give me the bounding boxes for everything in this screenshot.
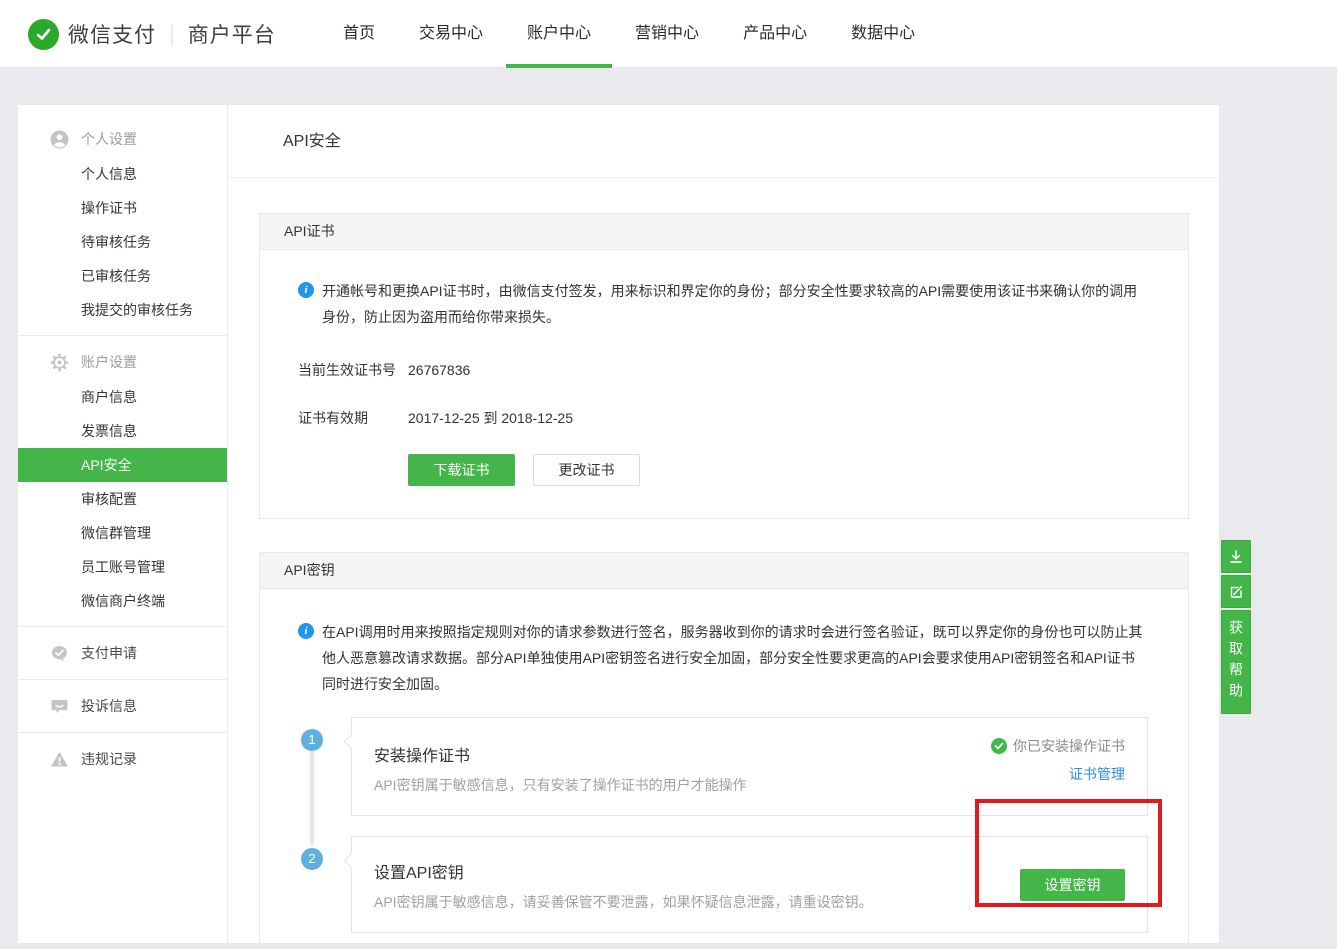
top-header: 微信支付 | 商户平台 首页 交易中心 账户中心 营销中心 产品中心 数据中心	[0, 0, 1337, 68]
sidebar-section-label: 账户设置	[81, 352, 137, 372]
sidebar-item-personal-info[interactable]: 个人信息	[18, 157, 227, 191]
get-help-label: 获取帮助	[1226, 620, 1246, 704]
set-api-key-button[interactable]: 设置密钥	[1020, 869, 1125, 901]
wechat-pay-logo-icon	[28, 19, 59, 50]
nav-item-transaction-center[interactable]: 交易中心	[419, 0, 483, 68]
sidebar-section-account-settings: 账户设置	[18, 344, 227, 380]
sidebar-item-reviewed-tasks[interactable]: 已审核任务	[18, 259, 227, 293]
download-icon	[1228, 549, 1244, 565]
cert-validity-label: 证书有效期	[298, 408, 408, 428]
cert-management-link[interactable]: 证书管理	[1069, 764, 1125, 784]
step-set-api-key: 2 设置API密钥 API密钥属于敏感信息，请妥善保管不要泄露，如果怀疑信息泄露…	[298, 836, 1148, 933]
brand: 微信支付 | 商户平台	[28, 0, 276, 68]
sidebar-item-violation-record[interactable]: 违规记录	[18, 741, 227, 777]
sidebar-item-payment-request[interactable]: 支付申请	[18, 635, 227, 671]
change-cert-button[interactable]: 更改证书	[533, 454, 640, 486]
sidebar-item-my-submitted-review-tasks[interactable]: 我提交的审核任务	[18, 293, 227, 327]
nav-item-marketing-center[interactable]: 营销中心	[635, 0, 699, 68]
step2-desc: API密钥属于敏感信息，请妥善保管不要泄露，如果怀疑信息泄露，请重设密钥。	[374, 892, 1123, 912]
cert-no-label: 当前生效证书号	[298, 360, 408, 380]
sidebar-section-personal-settings: 个人设置	[18, 121, 227, 157]
api-cert-card: API证书 i 开通帐号和更换API证书时，由微信支付签发，用来标识和界定你的身…	[259, 213, 1189, 519]
sidebar-item-review-config[interactable]: 审核配置	[18, 482, 227, 516]
sidebar-item-label: 支付申请	[81, 643, 137, 663]
sidebar: 个人设置 个人信息 操作证书 待审核任务 已审核任务 我提交的审核任务	[18, 105, 227, 943]
warning-triangle-icon	[50, 750, 69, 769]
info-icon: i	[298, 282, 314, 298]
sidebar-item-api-security[interactable]: API安全	[18, 448, 227, 482]
step2-title: 设置API密钥	[374, 859, 1123, 883]
info-icon: i	[298, 623, 314, 639]
sidebar-item-operation-cert[interactable]: 操作证书	[18, 191, 227, 225]
sidebar-divider	[18, 335, 227, 336]
api-key-info-text: 在API调用时用来按照指定规则对你的请求参数进行签名，服务器收到你的请求时会进行…	[322, 619, 1148, 697]
cert-validity-value: 2017-12-25 到 2018-12-25	[408, 408, 573, 428]
api-key-card: API密钥 i 在API调用时用来按照指定规则对你的请求参数进行签名，服务器收到…	[259, 552, 1189, 943]
download-help-button[interactable]	[1221, 540, 1251, 573]
api-cert-info-text: 开通帐号和更换API证书时，由微信支付签发，用来标识和界定你的身份；部分安全性要…	[322, 278, 1148, 330]
sidebar-item-wechat-merchant-terminal[interactable]: 微信商户终端	[18, 584, 227, 618]
floating-help-bar: 获取帮助	[1221, 540, 1251, 714]
sidebar-item-label: 投诉信息	[81, 696, 137, 716]
page-body: 个人设置 个人信息 操作证书 待审核任务 已审核任务 我提交的审核任务	[0, 68, 1337, 949]
sidebar-section-label: 个人设置	[81, 129, 137, 149]
top-nav: 首页 交易中心 账户中心 营销中心 产品中心 数据中心	[343, 0, 915, 68]
wechat-check-bubble-icon	[50, 644, 69, 663]
page-title: API安全	[228, 105, 1219, 178]
sidebar-item-merchant-info[interactable]: 商户信息	[18, 380, 227, 414]
step-number-badge: 1	[301, 729, 323, 751]
sidebar-item-pending-review-tasks[interactable]: 待审核任务	[18, 225, 227, 259]
nav-item-account-center[interactable]: 账户中心	[527, 0, 591, 68]
download-cert-button[interactable]: 下载证书	[408, 454, 515, 486]
main-panel: API安全 API证书 i 开通帐号和更换API证书时，由微信支付签发，用来标识…	[228, 105, 1219, 943]
brand-name: 微信支付	[68, 19, 156, 49]
edit-icon	[1228, 584, 1244, 600]
sidebar-item-invoice-info[interactable]: 发票信息	[18, 414, 227, 448]
sidebar-item-staff-account-management[interactable]: 员工账号管理	[18, 550, 227, 584]
api-key-card-title: API密钥	[260, 553, 1188, 589]
check-circle-icon	[991, 738, 1007, 754]
sidebar-item-label: 违规记录	[81, 749, 137, 769]
brand-divider: |	[170, 21, 173, 47]
api-cert-card-title: API证书	[260, 214, 1188, 250]
nav-item-product-center[interactable]: 产品中心	[743, 0, 807, 68]
brand-platform: 商户平台	[188, 19, 276, 49]
get-help-button[interactable]: 获取帮助	[1221, 610, 1251, 714]
step-install-cert: 1 安装操作证书 API密钥属于敏感信息，只有安装了操作证书的用户才能操作	[298, 717, 1148, 816]
nav-item-data-center[interactable]: 数据中心	[851, 0, 915, 68]
feedback-edit-button[interactable]	[1221, 575, 1251, 608]
sidebar-item-wechat-group-management[interactable]: 微信群管理	[18, 516, 227, 550]
cert-no-value: 26767836	[408, 360, 470, 380]
chat-bubble-icon	[50, 697, 69, 716]
gear-icon	[50, 353, 69, 372]
cert-installed-status: 你已安装操作证书	[1013, 736, 1125, 756]
step-number-badge: 2	[301, 848, 323, 870]
sidebar-item-complaint-info[interactable]: 投诉信息	[18, 688, 227, 724]
user-icon	[50, 130, 69, 149]
nav-item-home[interactable]: 首页	[343, 0, 375, 68]
